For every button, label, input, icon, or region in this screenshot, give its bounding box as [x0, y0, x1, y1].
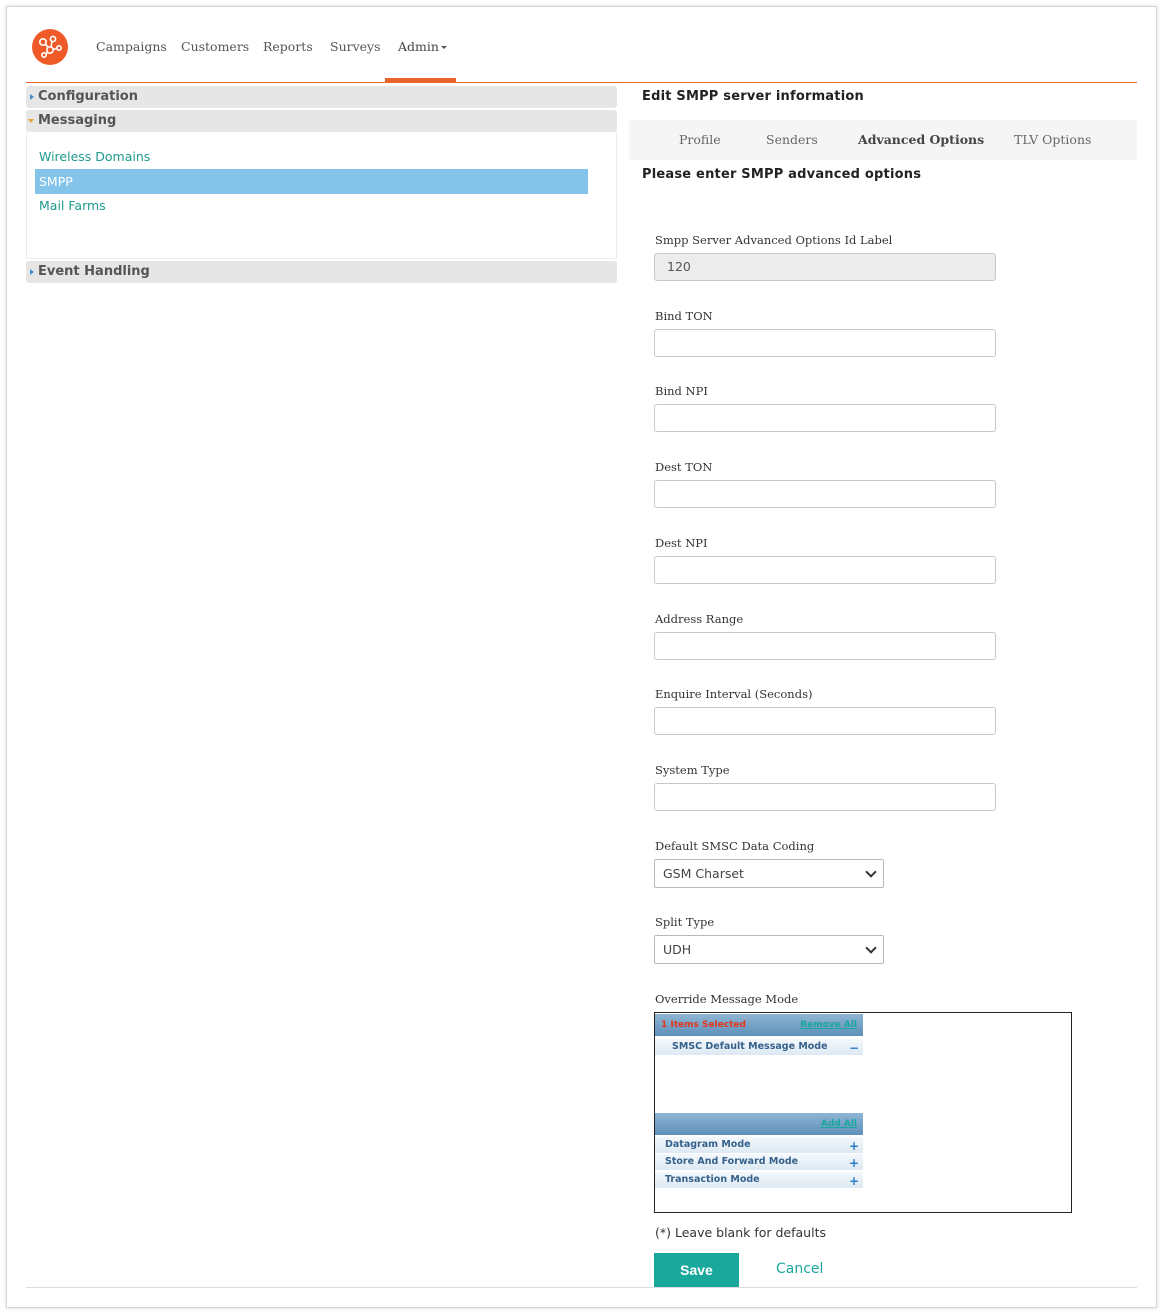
- page-title: Edit SMPP server information: [642, 89, 864, 104]
- bind-npi-field[interactable]: [654, 404, 996, 432]
- selected-option[interactable]: SMSC Default Message Mode −: [655, 1039, 863, 1055]
- footer-divider: [26, 1287, 1137, 1288]
- sidebar-section-event-handling[interactable]: Event Handling: [26, 261, 617, 283]
- brand-logo-icon[interactable]: [32, 29, 68, 65]
- nav-customers[interactable]: Customers: [181, 39, 249, 54]
- data-coding-select[interactable]: GSM Charset: [654, 859, 884, 888]
- remove-all-link[interactable]: Remove All: [800, 1014, 857, 1036]
- minus-icon[interactable]: −: [849, 1039, 859, 1057]
- split-type-label: Split Type: [655, 915, 715, 929]
- dest-ton-field[interactable]: [654, 480, 996, 508]
- override-mode-label: Override Message Mode: [655, 992, 799, 1006]
- sidebar-item-wireless-domains[interactable]: Wireless Domains: [39, 149, 150, 164]
- add-all-link[interactable]: Add All: [821, 1113, 857, 1135]
- active-nav-indicator: [385, 78, 456, 83]
- chevron-down-icon: [865, 866, 877, 878]
- dest-npi-label: Dest NPI: [655, 536, 708, 550]
- tab-senders[interactable]: Senders: [766, 132, 818, 147]
- sidebar-section-label: Event Handling: [38, 264, 150, 279]
- nav-surveys[interactable]: Surveys: [330, 39, 381, 54]
- bind-npi-label: Bind NPI: [655, 384, 708, 398]
- available-list-header: Add All: [655, 1113, 863, 1135]
- nav-campaigns[interactable]: Campaigns: [96, 39, 167, 54]
- save-button[interactable]: Save: [654, 1253, 739, 1287]
- system-type-label: System Type: [655, 763, 730, 777]
- dest-npi-field[interactable]: [654, 556, 996, 584]
- chevron-down-icon: [440, 46, 447, 49]
- option-label: Transaction Mode: [665, 1174, 760, 1185]
- plus-icon[interactable]: +: [849, 1154, 859, 1172]
- caret-right-icon: [30, 94, 34, 100]
- override-mode-multiselect: 1 Items Selected Remove All SMSC Default…: [654, 1012, 1072, 1213]
- tab-profile[interactable]: Profile: [679, 132, 721, 147]
- selected-list-header: 1 Items Selected Remove All: [655, 1014, 863, 1036]
- option-label: SMSC Default Message Mode: [672, 1041, 828, 1052]
- split-type-select[interactable]: UDH: [654, 935, 884, 964]
- caret-right-icon: [30, 269, 34, 275]
- section-title: Please enter SMPP advanced options: [642, 167, 922, 182]
- sidebar-section-label: Messaging: [38, 113, 117, 128]
- bind-ton-label: Bind TON: [655, 309, 713, 323]
- available-option[interactable]: Store And Forward Mode +: [655, 1154, 863, 1170]
- id-label-field: 120: [654, 253, 996, 281]
- option-label: Datagram Mode: [665, 1139, 751, 1150]
- data-coding-label: Default SMSC Data Coding: [655, 839, 815, 853]
- available-option[interactable]: Transaction Mode +: [655, 1172, 863, 1188]
- dest-ton-label: Dest TON: [655, 460, 713, 474]
- plus-icon[interactable]: +: [849, 1172, 859, 1190]
- nav-admin[interactable]: Admin: [398, 39, 447, 54]
- tab-advanced-options[interactable]: Advanced Options: [858, 132, 984, 147]
- sidebar-item-smpp[interactable]: SMPP: [35, 169, 588, 194]
- sidebar-item-mail-farms[interactable]: Mail Farms: [39, 198, 106, 213]
- defaults-hint: (*) Leave blank for defaults: [655, 1225, 826, 1240]
- id-label-label: Smpp Server Advanced Options Id Label: [655, 233, 893, 247]
- sidebar-section-label: Configuration: [38, 89, 138, 104]
- nav-admin-label: Admin: [398, 39, 439, 54]
- selected-count: 1 Items Selected: [661, 1020, 746, 1030]
- messaging-submenu: Wireless Domains SMPP Mail Farms: [26, 132, 617, 259]
- chevron-down-icon: [865, 942, 877, 954]
- nav-reports[interactable]: Reports: [263, 39, 313, 54]
- address-range-label: Address Range: [655, 612, 744, 626]
- sidebar-section-configuration[interactable]: Configuration: [26, 86, 617, 108]
- sidebar-section-messaging[interactable]: Messaging: [26, 110, 617, 132]
- available-option[interactable]: Datagram Mode +: [655, 1137, 863, 1153]
- option-label: Store And Forward Mode: [665, 1156, 799, 1167]
- system-type-field[interactable]: [654, 783, 996, 811]
- cancel-button[interactable]: Cancel: [776, 1261, 823, 1277]
- split-type-value: UDH: [663, 942, 692, 957]
- data-coding-value: GSM Charset: [663, 866, 744, 881]
- enquire-interval-label: Enquire Interval (Seconds): [655, 687, 813, 701]
- address-range-field[interactable]: [654, 632, 996, 660]
- plus-icon[interactable]: +: [849, 1137, 859, 1155]
- tab-tlv-options[interactable]: TLV Options: [1014, 132, 1091, 147]
- bind-ton-field[interactable]: [654, 329, 996, 357]
- tab-bar: Profile Senders Advanced Options TLV Opt…: [629, 120, 1137, 160]
- caret-down-icon: [28, 119, 34, 123]
- top-navbar: Campaigns Customers Reports Surveys Admi…: [26, 0, 1137, 83]
- enquire-interval-field[interactable]: [654, 707, 996, 735]
